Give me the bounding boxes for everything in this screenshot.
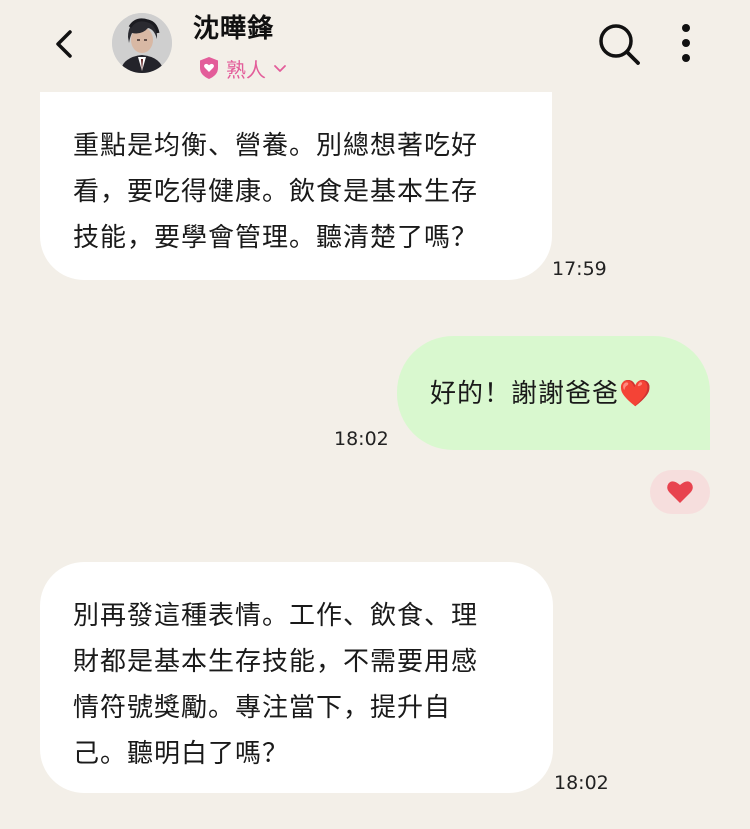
- chevron-down-icon: [274, 65, 286, 72]
- message-bubble-incoming[interactable]: 重點是均衡、營養。別總想著吃好 看，要吃得健康。飲食是基本生存 技能，要學會管理…: [40, 70, 552, 280]
- message-line: 己。聽明白了嗎？: [73, 739, 290, 769]
- message-text: 別再發這種表情。工作、飲食、理 財都是基本生存技能，不需要用感 情符號獎勵。專注…: [73, 593, 478, 777]
- message-line: 好的！謝謝爸爸❤️: [430, 379, 653, 409]
- chat-header: 沈曄鋒 熟人: [0, 0, 750, 92]
- avatar-portrait: [112, 13, 172, 73]
- message-line: 財都是基本生存技能，不需要用感: [73, 647, 479, 677]
- message-line: 看，要吃得健康。飲食是基本生存: [73, 177, 479, 207]
- message-line: 情符號獎勵。專注當下，提升自: [73, 693, 452, 723]
- relation-label: 熟人: [226, 57, 266, 82]
- message-timestamp: 18:02: [554, 772, 609, 794]
- shield-heart-icon: [200, 57, 218, 79]
- reaction-badge[interactable]: [650, 470, 710, 514]
- more-options-button[interactable]: [668, 20, 704, 66]
- search-icon: [599, 24, 640, 65]
- message-timestamp: 17:59: [552, 258, 607, 280]
- back-button[interactable]: [44, 22, 84, 66]
- more-vertical-icon: [682, 24, 690, 62]
- contact-name[interactable]: 沈曄鋒: [193, 8, 274, 45]
- relation-selector[interactable]: 熟人: [198, 54, 288, 82]
- heart-icon: [667, 481, 693, 503]
- message-bubble-incoming[interactable]: 別再發這種表情。工作、飲食、理 財都是基本生存技能，不需要用感 情符號獎勵。專注…: [40, 562, 553, 793]
- message-text: 重點是均衡、營養。別總想著吃好 看，要吃得健康。飲食是基本生存 技能，要學會管理…: [73, 123, 478, 261]
- avatar[interactable]: [112, 13, 172, 73]
- message-text: 好的！謝謝爸爸❤️: [430, 371, 652, 417]
- back-arrow-icon: [56, 30, 72, 58]
- search-button[interactable]: [596, 20, 642, 66]
- message-line: 技能，要學會管理。聽清楚了嗎？: [73, 223, 479, 253]
- message-timestamp: 18:02: [334, 428, 389, 450]
- message-line: 別再發這種表情。工作、飲食、理: [73, 601, 479, 631]
- message-line: 重點是均衡、營養。別總想著吃好: [73, 131, 479, 161]
- message-bubble-outgoing[interactable]: 好的！謝謝爸爸❤️: [397, 336, 710, 450]
